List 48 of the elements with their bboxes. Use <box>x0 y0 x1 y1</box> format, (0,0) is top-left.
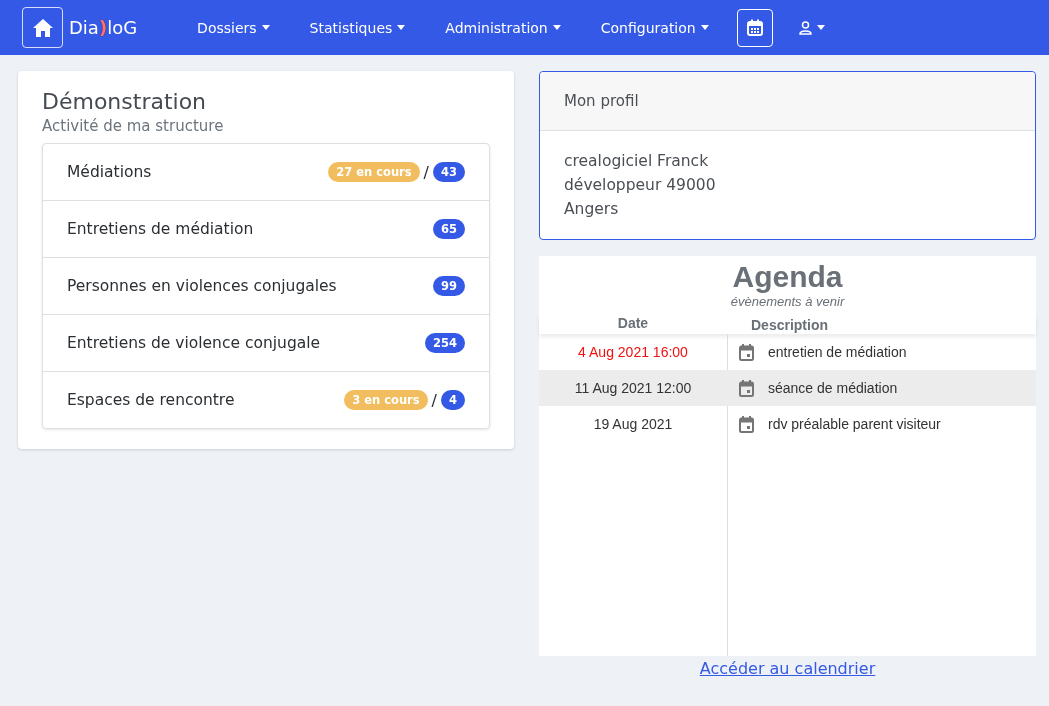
agenda-row[interactable]: 4 Aug 2021 16:00 entretien de médiation <box>539 334 1036 370</box>
separator-text: / <box>431 390 437 410</box>
calendar-icon <box>746 19 763 36</box>
nav-menu[interactable]: Dossiers <box>197 19 270 36</box>
separator-text: / <box>423 162 429 182</box>
app-logo[interactable]: Dia)loG <box>69 17 138 38</box>
nav-menu[interactable]: Configuration <box>600 19 709 36</box>
agenda-title: Agenda <box>731 260 844 294</box>
card-subtitle: Activité de ma structure <box>42 117 225 135</box>
user-icon <box>798 20 812 35</box>
profile-line: Angers <box>564 199 620 220</box>
ongoing-count: 3 en cours <box>344 390 428 410</box>
calendar-icon <box>739 343 754 361</box>
user-menu-button[interactable] <box>798 20 825 35</box>
total-count: 65 <box>433 219 465 239</box>
event-description: rdv préalable parent visiteur <box>768 416 941 432</box>
column-header: Description <box>750 315 828 334</box>
activity-label: Personnes en violences conjugales <box>67 277 337 295</box>
agenda-row[interactable]: 11 Aug 2021 12:00 séance de médiation <box>539 370 1036 406</box>
calendar-button[interactable] <box>736 8 773 47</box>
nav-menu[interactable]: Statistiques <box>309 19 406 36</box>
home-button[interactable] <box>22 7 63 48</box>
nav-menu[interactable]: Administration <box>445 19 561 36</box>
column-header: Date <box>616 315 650 333</box>
agenda-subtitle: évènements à venir <box>729 294 846 309</box>
calendar-icon <box>739 379 754 397</box>
event-date: 4 Aug 2021 16:00 <box>577 344 689 360</box>
profile-header: Mon profil <box>540 72 1035 131</box>
ongoing-count: 27 en cours <box>328 162 420 182</box>
calendar-icon <box>739 415 754 433</box>
activity-label: Entretiens de violence conjugale <box>67 334 321 352</box>
event-date: 19 Aug 2021 <box>592 416 674 432</box>
card-title: Démonstration <box>42 89 208 114</box>
event-description: entretien de médiation <box>768 344 907 360</box>
total-count: 254 <box>425 333 465 353</box>
event-description: séance de médiation <box>768 380 898 396</box>
activity-label: Médiations <box>67 163 152 181</box>
event-date: 11 Aug 2021 12:00 <box>573 380 693 396</box>
activity-label: Espaces de rencontre <box>67 391 235 409</box>
total-count: 4 <box>441 390 465 410</box>
profile-line: crealogiciel Franck <box>564 151 710 172</box>
activity-label: Entretiens de médiation <box>67 220 254 238</box>
total-count: 43 <box>433 162 465 182</box>
total-count: 99 <box>433 276 465 296</box>
agenda-row[interactable]: 19 Aug 2021 rdv préalable parent visiteur <box>539 406 1036 442</box>
profile-line: développeur 49000 <box>564 175 717 196</box>
home-icon <box>31 17 54 38</box>
calendar-link[interactable]: Accéder au calendrier <box>699 659 876 678</box>
